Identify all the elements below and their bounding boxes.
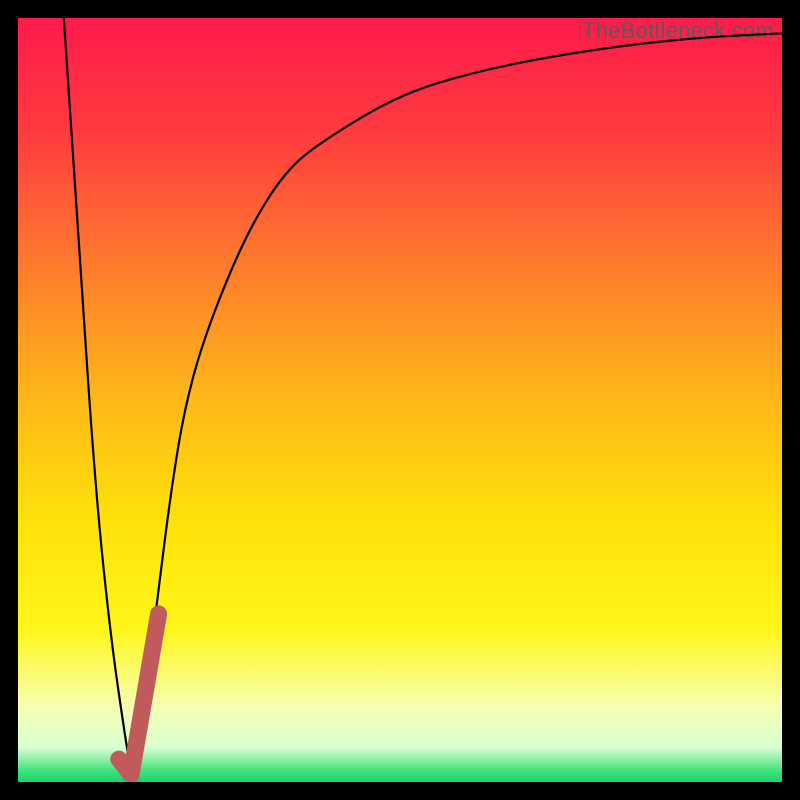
curves-layer [18,18,782,782]
hockey-mark [119,614,159,775]
plot-area: TheBottleneck.com [18,18,782,782]
chart-stage: TheBottleneck.com [0,0,800,800]
bottleneck-curve [64,18,782,771]
